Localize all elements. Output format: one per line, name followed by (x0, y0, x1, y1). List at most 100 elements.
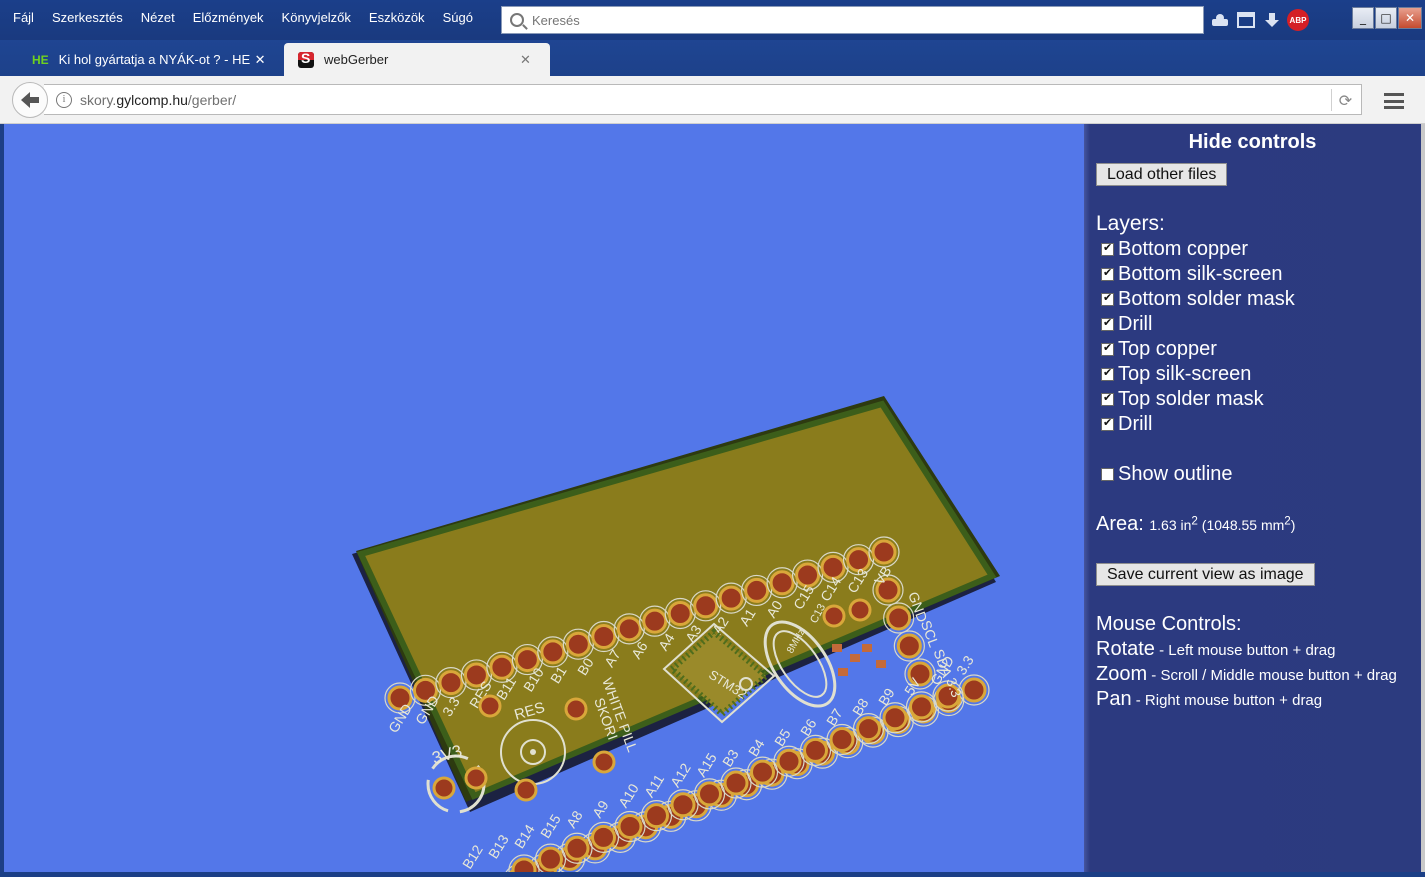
pcb-pad (538, 846, 563, 872)
area-value: 1.63 in2 (1048.55 mm2) (1149, 514, 1296, 533)
search-box[interactable] (501, 6, 1204, 34)
layer-checkbox[interactable] (1101, 316, 1114, 331)
search-icon (510, 13, 524, 27)
pcb-pad (667, 600, 693, 626)
layer-bottom-soldermask[interactable]: Bottom solder mask (1101, 287, 1295, 312)
layer-label: Drill (1118, 313, 1153, 335)
pcb-pad (540, 639, 566, 665)
layer-label: Top silk-screen (1118, 363, 1252, 385)
controls-panel: Hide controls Load other files Layers: B… (1084, 124, 1421, 872)
show-outline-checkbox[interactable] (1101, 468, 1114, 481)
layers-list: Bottom copper Bottom silk-screen Bottom … (1101, 237, 1295, 437)
layer-bottom-copper[interactable]: Bottom copper (1101, 237, 1295, 262)
window-titlebar: Fájl Szerkesztés Nézet Előzmények Könyvj… (0, 0, 1425, 40)
pcb-power-pad (432, 776, 456, 800)
navigation-bar: i skory.gylcomp.hu/gerber/ ⟳ (0, 76, 1425, 124)
menu-help[interactable]: Súgó (434, 10, 482, 25)
pcb-pin-label: B13 (485, 832, 512, 862)
tab-close-icon[interactable]: ✕ (520, 52, 531, 68)
pcb-pin-label: A10 (615, 781, 642, 811)
pcb-power-pad (464, 766, 488, 790)
tab-forum[interactable]: HE Ki hol gyártatja a NYÁK-ot ? - HE ✕ (20, 43, 284, 76)
pcb-pad (718, 585, 744, 611)
pcb-pin-label: 3.3 (953, 652, 977, 677)
pcb-pad (882, 705, 908, 731)
layer-checkbox[interactable] (1101, 416, 1114, 431)
layer-checkbox[interactable] (1101, 341, 1114, 356)
layer-label: Bottom silk-screen (1118, 263, 1283, 285)
layer-checkbox[interactable] (1101, 366, 1114, 381)
maximize-button[interactable]: □ (1375, 7, 1397, 29)
pcb-smd-pad (832, 644, 842, 652)
pcb-pad (511, 857, 537, 872)
back-button[interactable] (12, 82, 48, 118)
layer-top-soldermask[interactable]: Top solder mask (1101, 387, 1295, 412)
tab-close-icon[interactable]: ✕ (255, 52, 266, 68)
layer-checkbox[interactable] (1101, 391, 1114, 406)
mouse-control-pan: Pan - Right mouse button + drag (1096, 688, 1323, 710)
hamburger-menu-icon[interactable] (1384, 93, 1404, 109)
tab-bar: HE Ki hol gyártatja a NYÁK-ot ? - HE ✕ w… (0, 40, 1425, 76)
menu-view[interactable]: Nézet (132, 10, 184, 25)
layer-checkbox[interactable] (1101, 266, 1114, 281)
pcb-pin-label: B9 (875, 685, 898, 708)
tab-title: webGerber (324, 52, 389, 67)
area-readout: Area: 1.63 in2 (1048.55 mm2) (1096, 513, 1295, 536)
site-info-icon[interactable]: i (56, 91, 72, 108)
layer-top-silkscreen[interactable]: Top silk-screen (1101, 362, 1295, 387)
menu-file[interactable]: Fájl (4, 10, 43, 25)
pcb-button-pad (592, 750, 616, 774)
show-outline-toggle[interactable]: Show outline (1101, 462, 1233, 487)
pcb-pin-label: A15 (693, 750, 720, 780)
pcb-pad (564, 835, 590, 861)
save-view-button[interactable]: Save current view as image (1096, 563, 1315, 586)
minimize-button[interactable]: _ (1352, 7, 1374, 29)
pcb-pad (565, 631, 591, 657)
gerber-3d-viewport[interactable]: GND GND 3.3 RES B11 B10 B1 B0 A7 A6 A4 A3 A2 A1 A0 C15 C… (4, 124, 1084, 872)
pcb-pad (644, 803, 669, 829)
close-button[interactable]: ✕ (1398, 7, 1422, 29)
pcb-pin-label: B5 (771, 726, 794, 749)
pcb-pin-label: B14 (511, 821, 538, 851)
show-outline-label: Show outline (1118, 463, 1233, 485)
pcb-pad (909, 694, 934, 720)
adblock-icon[interactable]: ABP (1287, 9, 1309, 31)
pcb-smd-pad (862, 644, 872, 652)
pcb-pad (820, 554, 846, 580)
url-text[interactable]: skory.gylcomp.hu/gerber/ (80, 92, 236, 108)
window-bottom-border (0, 872, 1425, 877)
layer-checkbox[interactable] (1101, 241, 1114, 256)
tab-webgerber[interactable]: webGerber ✕ (284, 43, 550, 76)
layer-top-drill[interactable]: Drill (1101, 412, 1295, 437)
layer-label: Drill (1118, 413, 1153, 435)
download-icon[interactable] (1261, 9, 1283, 31)
layers-heading: Layers: (1096, 212, 1165, 235)
pcb-pin-label: A11 (641, 771, 667, 800)
account-icon[interactable] (1209, 9, 1231, 31)
layer-bottom-drill[interactable]: Drill (1101, 312, 1295, 337)
pcb-pad (642, 608, 668, 634)
hide-controls-link[interactable]: Hide controls (1084, 131, 1421, 154)
load-other-files-button[interactable]: Load other files (1096, 163, 1228, 186)
pcb-pin-label: B7 (823, 705, 846, 728)
address-bar[interactable]: i skory.gylcomp.hu/gerber/ ⟳ (44, 84, 1362, 115)
search-input[interactable] (532, 12, 1132, 28)
reading-list-icon[interactable] (1235, 9, 1257, 31)
back-arrow-icon (21, 92, 39, 108)
pcb-pad (871, 539, 897, 565)
menu-edit[interactable]: Szerkesztés (43, 10, 132, 25)
menu-history[interactable]: Előzmények (184, 10, 273, 25)
pcb-pad (591, 624, 617, 650)
area-label: Area: (1096, 513, 1144, 535)
toolbar-icons: ABP (1209, 9, 1309, 31)
menu-tools[interactable]: Eszközök (360, 10, 434, 25)
pcb-reset-center (530, 749, 536, 755)
layer-checkbox[interactable] (1101, 291, 1114, 306)
pcb-pin-label: B8 (849, 695, 872, 718)
reload-icon[interactable]: ⟳ (1331, 89, 1353, 111)
menu-bookmarks[interactable]: Könyvjelzők (273, 10, 360, 25)
layer-bottom-silkscreen[interactable]: Bottom silk-screen (1101, 262, 1295, 287)
pcb-render[interactable]: GNDGND3.3 RESB11 B10 B1 B0 A7 A6 A4 A3 A2 A1 A0 C15 C… (4, 124, 1084, 872)
window-right-border (1421, 124, 1425, 872)
layer-top-copper[interactable]: Top copper (1101, 337, 1295, 362)
